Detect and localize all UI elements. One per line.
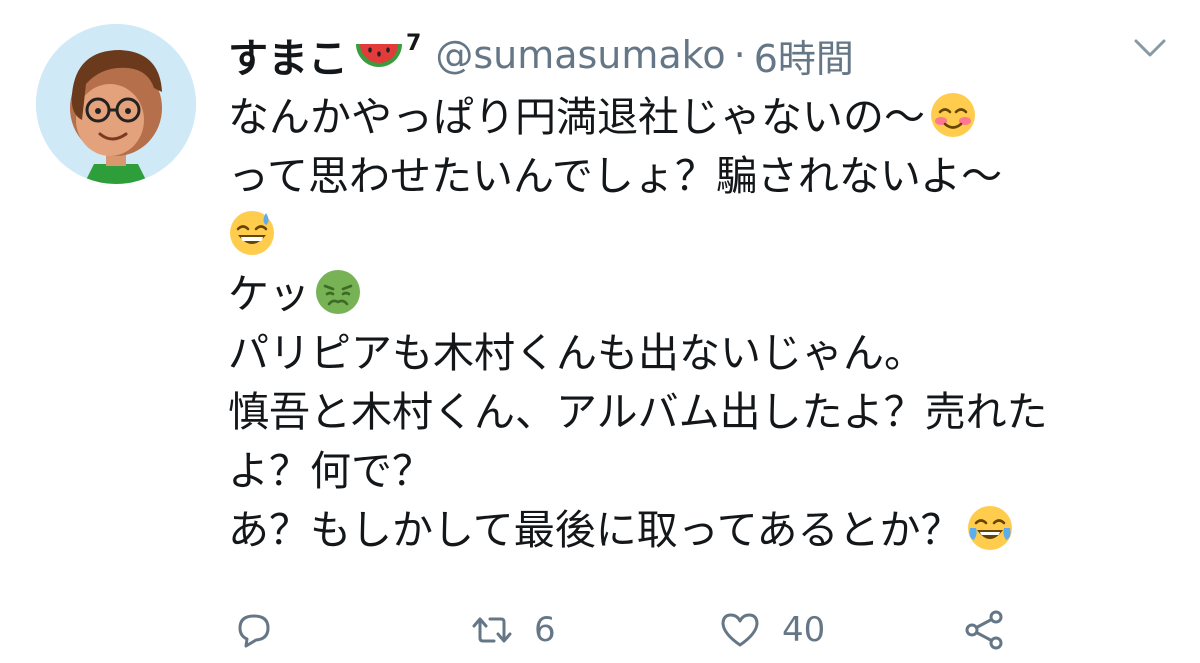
tweet-line: よ？何で？ xyxy=(228,442,1178,501)
tweet-line: パリピアも木村くんも出ないじゃん。 xyxy=(228,324,1178,383)
watermelon-emoji xyxy=(354,40,404,70)
tweet-line-text: よ？何で？ xyxy=(228,447,433,495)
timestamp[interactable]: 6時間 xyxy=(754,28,854,83)
tweet-line-text: あ？もしかして最後に取ってあるとか？ xyxy=(228,506,962,554)
tweet-line: って思わせたいんでしょ？騙されないよ〜 xyxy=(228,147,1178,206)
tweet-line: 慎吾と木村くん、アルバム出したよ？売れた xyxy=(228,383,1178,442)
tweet-line xyxy=(228,206,1178,265)
display-name[interactable]: すまこ xyxy=(228,26,348,84)
avatar[interactable] xyxy=(36,24,196,184)
share-icon xyxy=(962,608,1006,652)
chevron-down-icon[interactable] xyxy=(1132,36,1168,60)
reply-button[interactable] xyxy=(232,608,276,652)
like-button[interactable]: 40 xyxy=(718,608,825,652)
separator-dot: · xyxy=(733,33,746,77)
tweet-actions: 6 40 xyxy=(0,600,1200,660)
retweet-button[interactable]: 6 xyxy=(470,608,556,652)
nauseated-face-emoji xyxy=(314,268,362,316)
tears-of-joy-emoji xyxy=(966,504,1014,552)
tweet: すまこ 7 @sumasumako · 6時間 なんかやっぱり円満退社じゃないの… xyxy=(0,0,1200,663)
heart-icon xyxy=(718,608,762,652)
tweet-line-text: なんかやっぱり円満退社じゃないの〜 xyxy=(228,93,925,141)
tweet-line-text: パリピアも木村くんも出ないじゃん。 xyxy=(228,329,925,377)
tweet-line-text: って思わせたいんでしょ？騙されないよ〜 xyxy=(228,152,1003,200)
tweet-line-text: 慎吾と木村くん、アルバム出したよ？売れた xyxy=(228,388,1048,436)
retweet-count: 6 xyxy=(534,610,556,650)
tweet-text: なんかやっぱり円満退社じゃないの〜 って思わせたいんでしょ？騙されないよ〜 ケッ… xyxy=(228,88,1178,560)
tweet-line: なんかやっぱり円満退社じゃないの〜 xyxy=(228,88,1178,147)
like-count: 40 xyxy=(782,610,826,650)
tweet-line-text: ケッ xyxy=(228,270,310,318)
tweet-header: すまこ 7 @sumasumako · 6時間 xyxy=(228,22,1188,88)
user-handle[interactable]: @sumasumako xyxy=(435,33,725,77)
sweat-smile-emoji xyxy=(228,209,276,257)
reply-icon xyxy=(232,608,276,652)
tweet-line: あ？もしかして最後に取ってあるとか？ xyxy=(228,501,1178,560)
name-superscript: 7 xyxy=(406,30,422,56)
tweet-line: ケッ xyxy=(228,265,1178,324)
retweet-icon xyxy=(470,608,514,652)
share-button[interactable] xyxy=(962,608,1006,652)
smiling-blush-emoji xyxy=(929,91,977,139)
